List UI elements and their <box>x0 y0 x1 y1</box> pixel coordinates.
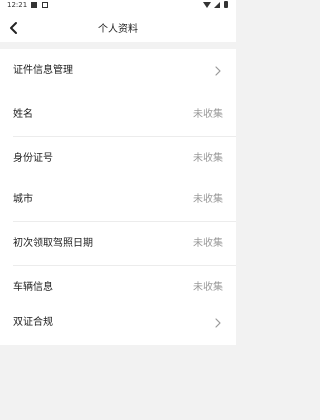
license-date-label: 初次领取驾照日期 <box>13 238 93 249</box>
cert-management-row[interactable]: 证件信息管理 <box>0 49 236 93</box>
compliance-card: 双证合规 <box>0 301 236 345</box>
personal-info-card: 姓名 未收集 身份证号 未收集 <box>0 93 236 181</box>
id-number-label: 身份证号 <box>13 153 53 164</box>
city-label: 城市 <box>13 194 33 205</box>
page-title: 个人资料 <box>98 24 138 35</box>
chevron-right-icon <box>215 66 221 76</box>
signal-icon <box>214 2 220 8</box>
city-value: 未收集 <box>193 194 223 205</box>
dual-cert-compliance-label: 双证合规 <box>13 317 53 328</box>
notification-icon <box>31 2 37 8</box>
dual-cert-compliance-row[interactable]: 双证合规 <box>0 301 236 345</box>
license-date-row[interactable]: 初次领取驾照日期 未收集 <box>0 222 236 266</box>
license-date-value: 未收集 <box>193 238 223 249</box>
name-row[interactable]: 姓名 未收集 <box>0 93 236 137</box>
driving-info-card: 城市 未收集 初次领取驾照日期 未收集 车辆信息 未收集 <box>0 178 236 310</box>
name-label: 姓名 <box>13 109 33 120</box>
name-value: 未收集 <box>193 109 223 120</box>
status-bar: 12:21 <box>0 0 236 12</box>
cert-card: 证件信息管理 <box>0 49 236 93</box>
nav-bar: 个人资料 <box>0 12 236 42</box>
status-time: 12:21 <box>7 1 28 9</box>
app-notification-icon <box>42 2 48 8</box>
wifi-icon <box>203 2 211 8</box>
chevron-right-icon <box>215 318 221 328</box>
id-number-row[interactable]: 身份证号 未收集 <box>0 137 236 181</box>
city-row[interactable]: 城市 未收集 <box>0 178 236 222</box>
battery-icon <box>224 1 228 8</box>
cert-management-label: 证件信息管理 <box>13 65 73 76</box>
id-number-value: 未收集 <box>193 153 223 164</box>
